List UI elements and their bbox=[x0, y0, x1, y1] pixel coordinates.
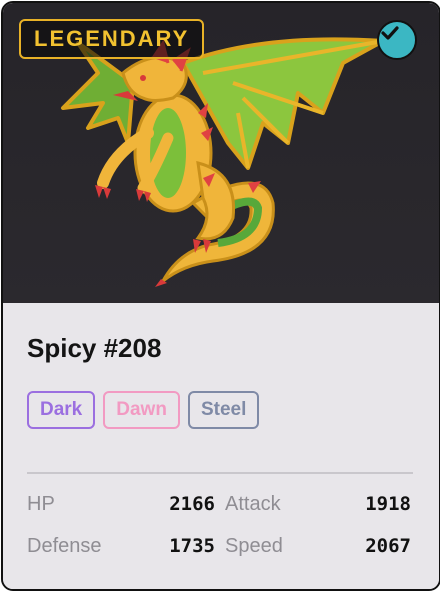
stat-value-hp: 2166 bbox=[169, 493, 215, 515]
stat-value-defense: 1735 bbox=[169, 535, 215, 557]
divider bbox=[27, 472, 413, 474]
type-tag[interactable]: Dark bbox=[27, 391, 96, 429]
stat-row: HP 2166 Attack 1918 bbox=[27, 487, 413, 529]
rarity-label: LEGENDARY bbox=[34, 26, 190, 51]
stat-label-defense: Defense bbox=[27, 535, 102, 557]
type-tag[interactable]: Dawn bbox=[103, 391, 180, 429]
type-tag-label: Steel bbox=[200, 399, 247, 420]
rarity-badge: LEGENDARY bbox=[19, 19, 205, 59]
stat-label-speed: Speed bbox=[225, 535, 283, 557]
stat-value-speed: 2067 bbox=[365, 535, 411, 557]
stats-grid: HP 2166 Attack 1918 Defense 1735 Speed 2… bbox=[27, 487, 413, 571]
type-tag-label: Dark bbox=[40, 399, 83, 420]
type-tag-label: Dawn bbox=[116, 399, 167, 420]
nft-card[interactable]: LEGENDARY Spicy #208 Dark Dawn Steel HP … bbox=[1, 1, 440, 591]
card-image-area: LEGENDARY bbox=[3, 3, 439, 303]
card-details: Spicy #208 Dark Dawn Steel HP 2166 Attac… bbox=[3, 303, 439, 589]
type-tags: Dark Dawn Steel bbox=[27, 391, 260, 429]
card-title: Spicy #208 bbox=[27, 333, 162, 363]
stat-row: Defense 1735 Speed 2067 bbox=[27, 529, 413, 571]
type-tag[interactable]: Steel bbox=[187, 391, 260, 429]
stat-label-hp: HP bbox=[27, 493, 55, 515]
stat-label-attack: Attack bbox=[225, 493, 281, 515]
stat-value-attack: 1918 bbox=[365, 493, 411, 515]
verified-badge bbox=[377, 20, 417, 60]
